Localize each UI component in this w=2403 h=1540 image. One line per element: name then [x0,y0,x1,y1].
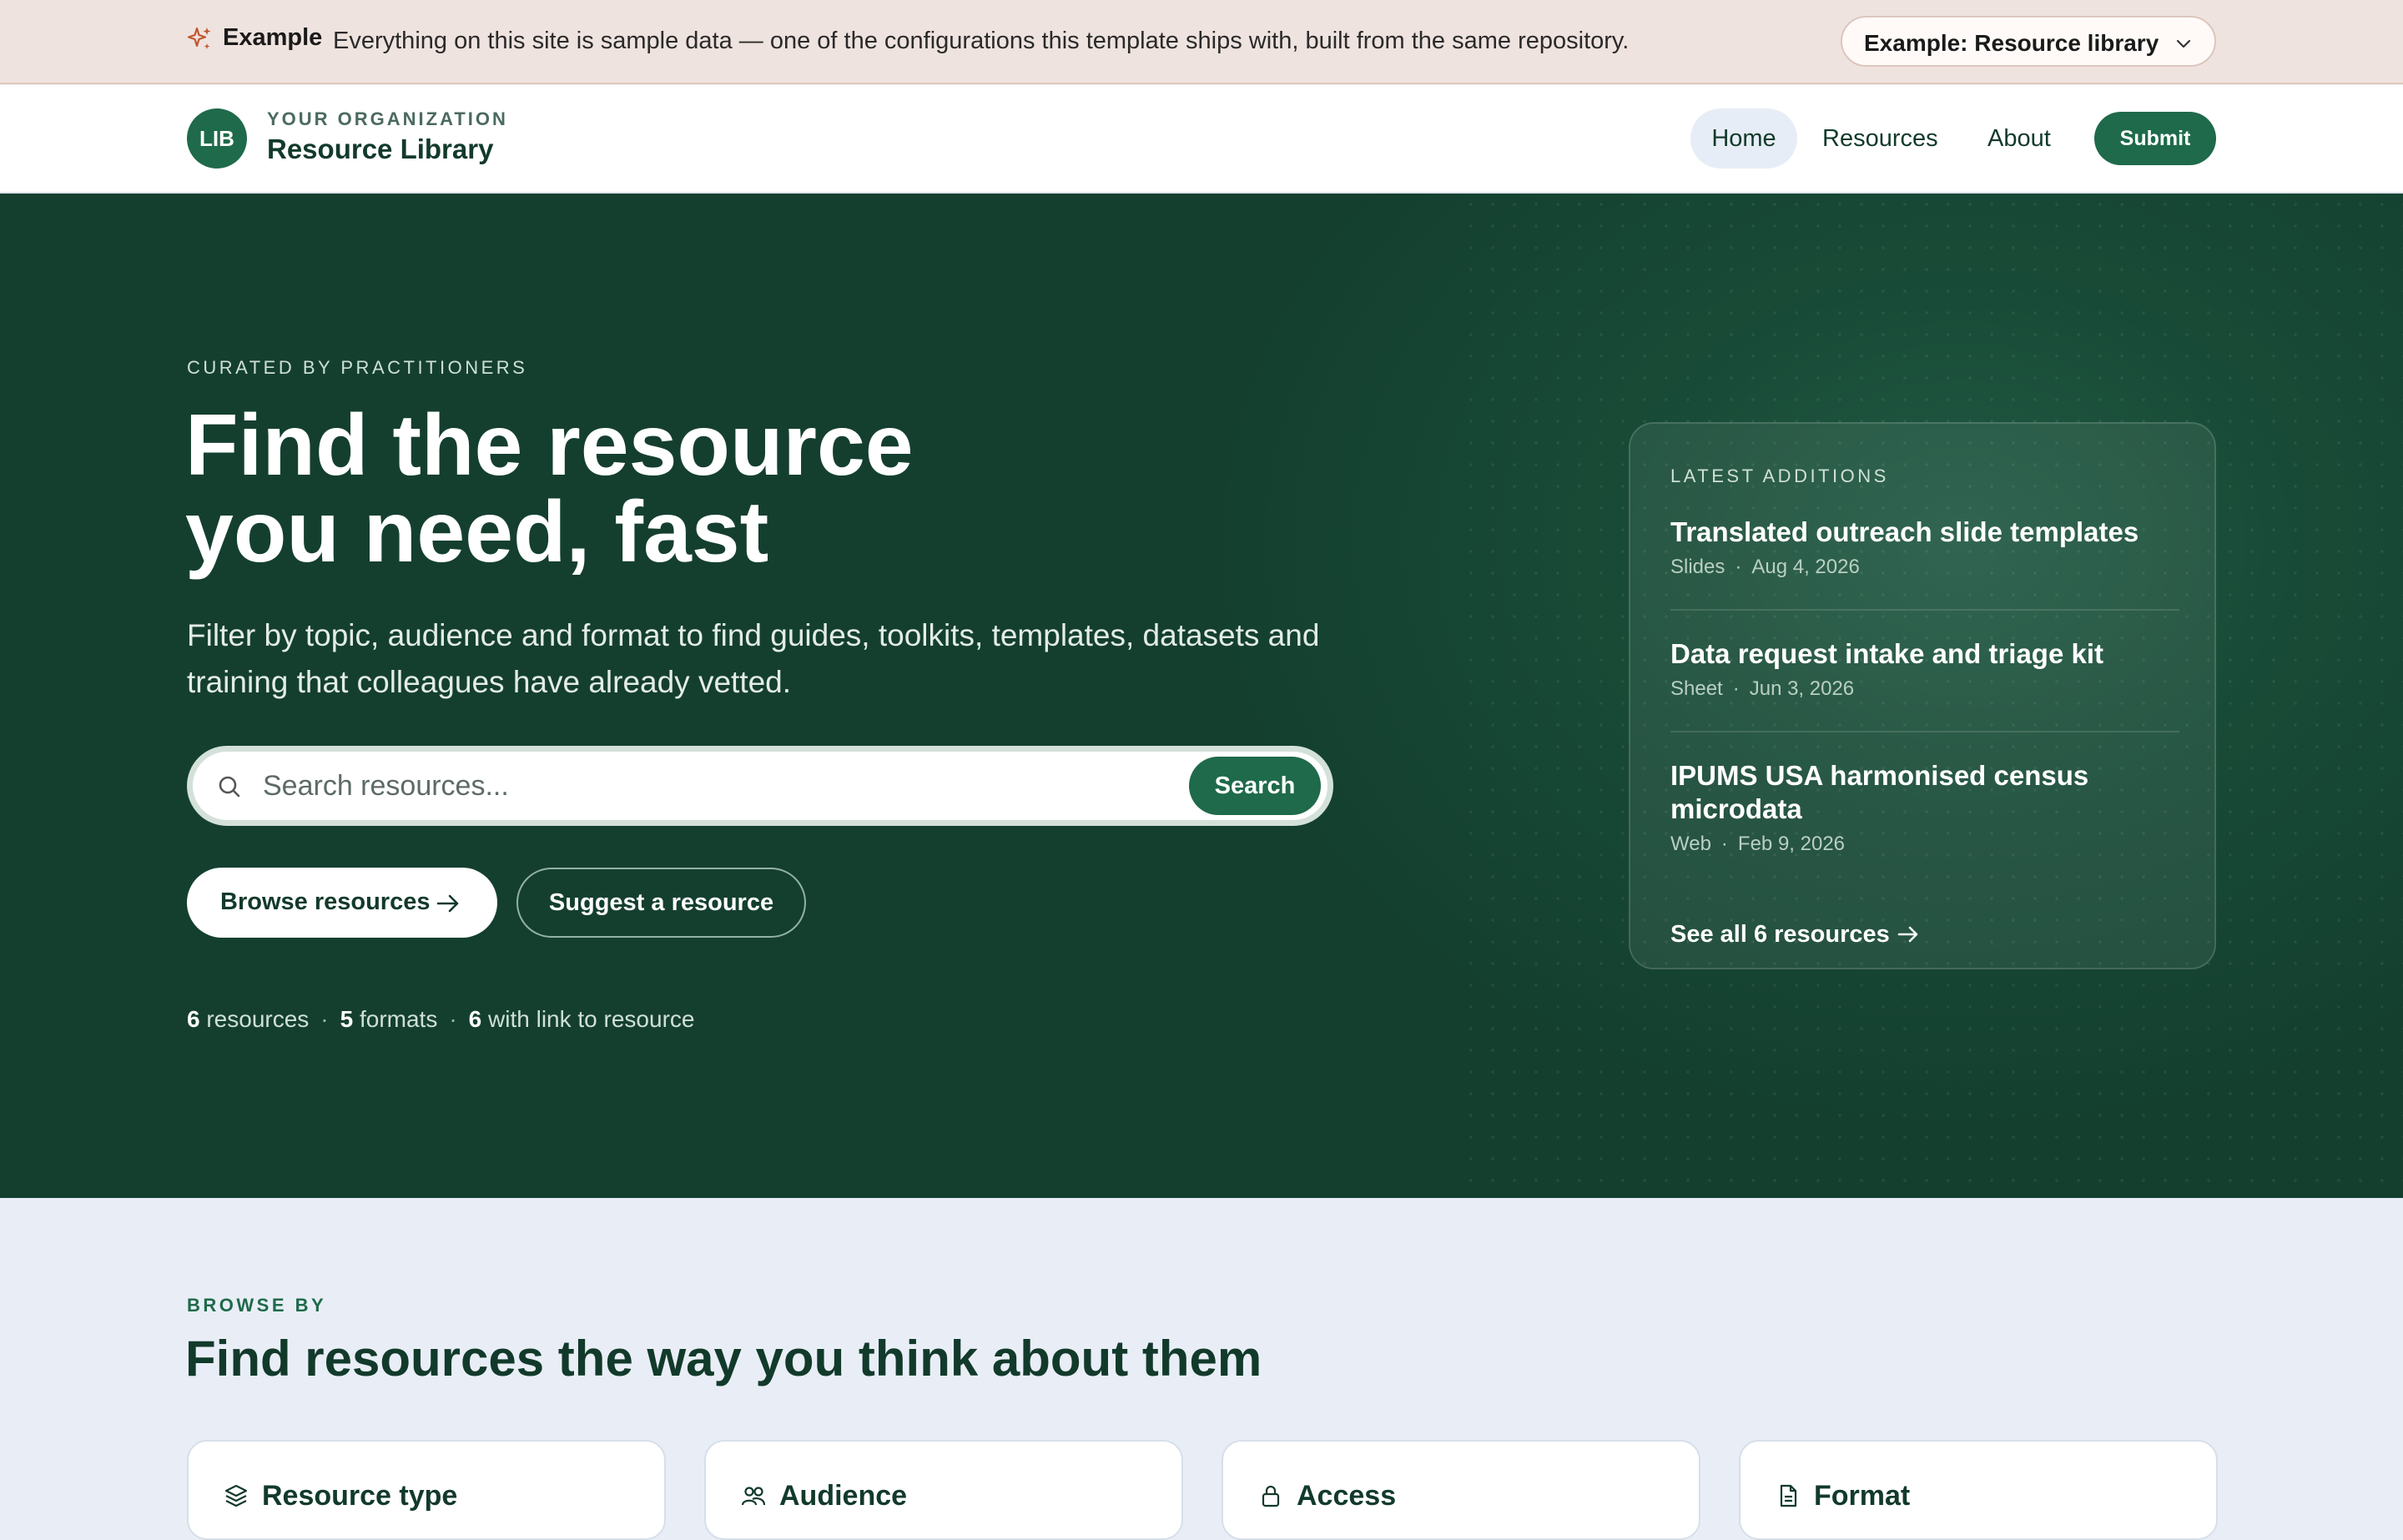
search-button[interactable]: Search [1189,757,1321,815]
arrow-right-icon [436,894,459,913]
banner-message: Everything on this site is sample data —… [333,28,1630,54]
example-switcher[interactable]: Example: Resource library [1841,16,2216,67]
nav-about[interactable]: About [1987,125,2051,153]
latest-item-meta: Web · Feb 9, 2026 [1670,833,1846,855]
stat-formats: 5 formats [340,1006,438,1032]
hero-stats: 6 resources · 5 formats · 6 with link to res… [187,1006,695,1032]
see-all-label: See all 6 resources [1670,921,1890,948]
nav-home[interactable]: Home [1690,108,1797,169]
hero-title: Find the resource you need, fast [185,402,1186,576]
stat-resources: 6 resources [187,1006,310,1032]
divider [1670,609,2179,611]
layers-icon [224,1484,248,1507]
browse-resources-button[interactable]: Browse resources [187,868,497,938]
sparkles-icon [187,27,211,49]
latest-item[interactable]: Data request intake and triage kit Sheet… [1670,637,2179,701]
browse-card-label: Format [1814,1480,1911,1512]
latest-item[interactable]: Translated outreach slide templates Slid… [1670,516,2179,579]
org-name: YOUR ORGANIZATION [267,108,508,129]
browse-resources-label: Browse resources [220,888,431,915]
hero-eyebrow: CURATED BY PRACTITIONERS [187,357,528,378]
example-banner: Example Everything on this site is sampl… [0,0,2403,84]
document-icon [1780,1484,1797,1507]
hero-subtitle: Filter by topic, audience and format to … [187,618,1320,699]
browse-card-audience[interactable]: Audience [704,1440,1183,1540]
browse-card-format[interactable]: Format [1739,1440,2218,1540]
people-icon [741,1487,766,1506]
browse-card-label: Resource type [262,1480,458,1512]
browse-by-title: Find resources the way you think about t… [185,1331,1262,1387]
browse-card-label: Audience [779,1480,908,1512]
banner-tag: Example [223,24,323,51]
lock-icon [1262,1485,1280,1507]
browse-card-label: Access [1297,1480,1397,1512]
logo[interactable]: LIB [187,108,247,169]
hero: CURATED BY PRACTITIONERS Find the resour… [0,194,2403,1198]
arrow-right-icon [1897,926,1918,943]
divider [1670,731,2179,732]
library-name[interactable]: Resource Library [267,133,493,165]
submit-button[interactable]: Submit [2094,112,2216,165]
site-header: LIB YOUR ORGANIZATION Resource Library H… [0,85,2403,194]
latest-additions-label: LATEST ADDITIONS [1670,466,1889,486]
browse-card-access[interactable]: Access [1222,1440,1700,1540]
chevron-down-icon [2176,39,2191,48]
search-input[interactable] [263,763,1097,808]
latest-item-title: Translated outreach slide templates [1670,516,2139,547]
browse-by-eyebrow: BROWSE BY [187,1295,327,1316]
browse-card-resource-type[interactable]: Resource type [187,1440,666,1540]
hero-title-line-2: you need, fast [185,484,769,581]
see-all-resources-link[interactable]: See all 6 resources [1670,921,1920,949]
latest-additions-card: LATEST ADDITIONS Translated outreach sli… [1629,422,2216,969]
search-icon [219,776,240,798]
hero-title-line-1: Find the resource [185,397,914,494]
latest-item-title: IPUMS USA harmonised census microdata [1670,760,2089,824]
stat-with-link: 6 with link to resource [468,1006,695,1032]
search-bar: Search [187,746,1333,826]
latest-item-meta: Slides · Aug 4, 2026 [1670,556,1860,578]
suggest-resource-button[interactable]: Suggest a resource [516,868,806,938]
latest-item[interactable]: IPUMS USA harmonised census microdata We… [1670,759,2179,856]
example-switcher-label: Example: Resource library [1864,30,2159,56]
latest-item-meta: Sheet · Jun 3, 2026 [1670,677,1855,700]
nav-resources[interactable]: Resources [1822,125,1938,153]
latest-item-title: Data request intake and triage kit [1670,638,2103,669]
